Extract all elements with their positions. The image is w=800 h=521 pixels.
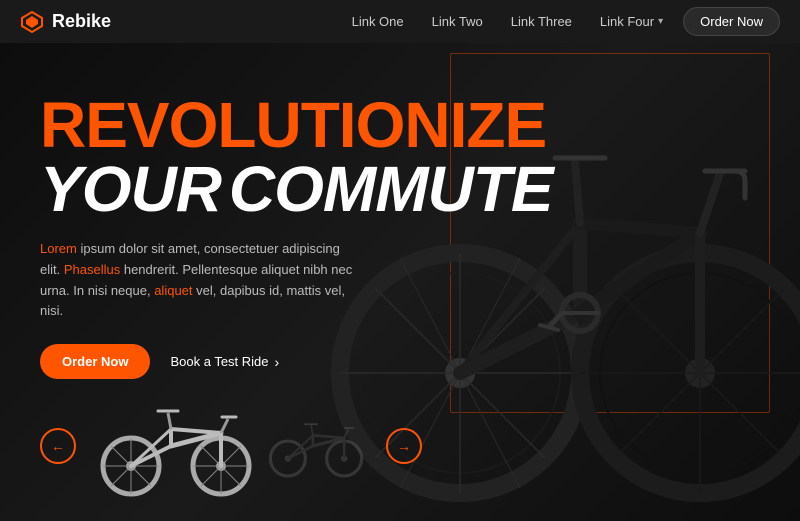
carousel-next-button[interactable]: → [386,428,422,464]
small-bike-2 [266,391,366,501]
hero-description: Lorem ipsum dolor sit amet, consectetuer… [40,239,360,322]
hero-carousel: ← [40,391,422,501]
desc-highlight-lorem: Lorem [40,241,77,256]
hero-order-button[interactable]: Order Now [40,344,150,379]
hero-actions: Order Now Book a Test Ride › [40,344,460,379]
brand-name: Rebike [52,11,111,32]
navbar: Rebike Link One Link Two Link Three Link… [0,0,800,43]
chevron-down-icon: ▾ [658,16,663,27]
hero-title-commute: COMMUTE [229,157,553,221]
brand-logo[interactable]: Rebike [20,10,111,34]
desc-highlight-phasellus: Phasellus [64,262,120,277]
small-bike-1 [96,391,256,501]
desc-highlight-aliquet: aliquet [154,283,192,298]
hero-content: REVOLUTIONIZE YOUR COMMUTE Lorem ipsum d… [40,93,460,379]
hero-section: REVOLUTIONIZE YOUR COMMUTE Lorem ipsum d… [0,43,800,521]
nav-link-1[interactable]: Link One [352,14,404,29]
arrow-right-icon: › [275,354,280,370]
hero-test-ride-button[interactable]: Book a Test Ride › [170,354,279,370]
carousel-prev-button[interactable]: ← [40,428,76,464]
nav-link-4[interactable]: Link Four ▾ [600,14,663,29]
nav-links: Link One Link Two Link Three Link Four ▾ [352,14,664,29]
nav-order-button[interactable]: Order Now [683,7,780,36]
nav-link-3[interactable]: Link Three [511,14,572,29]
nav-link-2[interactable]: Link Two [432,14,483,29]
carousel-bikes [96,391,366,501]
brand-icon [20,10,44,34]
hero-title-line1: REVOLUTIONIZE [40,93,460,157]
hero-title-line2: YOUR COMMUTE [40,157,460,221]
hero-title-your: YOUR [40,157,221,221]
